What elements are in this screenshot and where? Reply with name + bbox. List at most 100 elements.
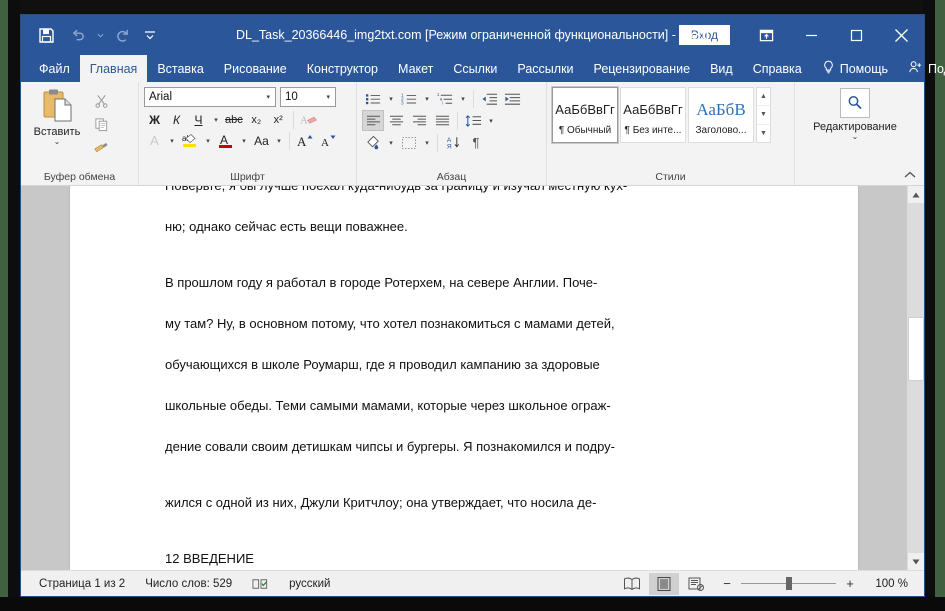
style-item-normal[interactable]: АаБбВвГг ¶ Обычный <box>551 86 619 144</box>
highlight-dropdown-icon[interactable]: ▾ <box>202 130 214 151</box>
magnifier-icon[interactable] <box>840 88 870 118</box>
bold-button[interactable]: Ж <box>144 109 165 130</box>
align-center-button[interactable] <box>385 110 407 131</box>
styles-more-icon[interactable]: ▼ <box>757 125 770 142</box>
zoom-slider-thumb[interactable] <box>786 577 792 590</box>
align-right-button[interactable] <box>408 110 430 131</box>
decrease-indent-button[interactable] <box>478 88 500 109</box>
font-color-dropdown-icon[interactable]: ▾ <box>238 130 250 151</box>
underline-dropdown-icon[interactable]: ▾ <box>210 109 222 130</box>
tab-draw[interactable]: Рисование <box>214 55 297 82</box>
grow-font-button[interactable]: A <box>294 130 316 151</box>
tab-view[interactable]: Вид <box>700 55 743 82</box>
shading-button[interactable] <box>362 132 384 153</box>
align-left-button[interactable] <box>362 110 384 131</box>
numbering-dropdown-icon[interactable]: ▾ <box>421 88 433 109</box>
style-item-heading1[interactable]: АаБбВ Заголово... <box>688 87 754 143</box>
shrink-font-button[interactable]: A <box>317 130 339 151</box>
borders-dropdown-icon[interactable]: ▾ <box>421 132 433 153</box>
copy-icon[interactable] <box>88 113 114 136</box>
document-page[interactable]: Поверьте, я бы лучше поехал куда-нибудь … <box>69 186 859 570</box>
word-count[interactable]: Число слов: 529 <box>135 578 242 590</box>
numbering-button[interactable]: 123 <box>398 88 420 109</box>
highlight-button[interactable]: ab <box>179 130 201 151</box>
read-mode-view-button[interactable] <box>617 573 647 595</box>
chevron-down-icon[interactable]: ⌄ <box>54 138 61 146</box>
cut-icon[interactable] <box>88 89 114 112</box>
print-layout-view-button[interactable] <box>649 572 679 595</box>
multilevel-list-button[interactable]: 1ai <box>434 88 456 109</box>
font-color-button[interactable]: A <box>215 130 237 151</box>
editing-button[interactable]: Редактирование ⌄ <box>800 85 910 141</box>
style-item-no-spacing[interactable]: АаБбВвГг ¶ Без инте... <box>620 87 686 143</box>
line-spacing-dropdown-icon[interactable]: ▾ <box>485 110 497 131</box>
text-effects-button[interactable]: A <box>144 130 165 151</box>
scroll-thumb[interactable] <box>908 317 924 381</box>
font-size-input[interactable]: 10 ▾ <box>280 87 336 107</box>
paste-button[interactable]: Вставить ⌄ <box>26 85 88 146</box>
italic-button[interactable]: К <box>166 109 187 130</box>
language-indicator[interactable]: русский <box>279 578 340 590</box>
zoom-control[interactable]: − + 100 % <box>713 576 916 591</box>
close-icon[interactable] <box>879 15 924 55</box>
tab-review[interactable]: Рецензирование <box>584 55 701 82</box>
web-layout-view-button[interactable] <box>681 573 711 595</box>
strikethrough-button[interactable]: abc <box>223 109 245 130</box>
scroll-down-icon[interactable] <box>908 553 924 570</box>
clear-formatting-button[interactable]: A <box>298 109 319 130</box>
font-name-input[interactable]: Arial ▾ <box>144 87 276 107</box>
save-icon[interactable] <box>31 20 61 50</box>
undo-dropdown-icon[interactable] <box>95 20 105 50</box>
scroll-up-icon[interactable] <box>908 186 924 203</box>
redo-icon[interactable] <box>107 20 137 50</box>
collapse-ribbon-icon[interactable] <box>902 167 918 183</box>
tab-mailings[interactable]: Рассылки <box>507 55 583 82</box>
tab-home[interactable]: Главная <box>79 55 148 82</box>
tab-design[interactable]: Конструктор <box>297 55 388 82</box>
tab-references[interactable]: Ссылки <box>443 55 507 82</box>
tab-file[interactable]: Файл <box>29 55 80 82</box>
zoom-level[interactable]: 100 % <box>864 578 908 590</box>
bullets-button[interactable] <box>362 88 384 109</box>
sign-in-button[interactable]: Вход <box>678 25 730 45</box>
tab-layout[interactable]: Макет <box>388 55 443 82</box>
justify-button[interactable] <box>431 110 453 131</box>
bullets-dropdown-icon[interactable]: ▾ <box>385 88 397 109</box>
chevron-down-icon[interactable]: ⌄ <box>852 133 859 141</box>
share-button[interactable]: Поделиться <box>898 55 945 82</box>
format-painter-icon[interactable] <box>88 137 114 160</box>
tab-insert[interactable]: Вставка <box>147 55 213 82</box>
underline-button[interactable]: Ч <box>188 109 209 130</box>
shading-dropdown-icon[interactable]: ▾ <box>385 132 397 153</box>
show-marks-button[interactable]: ¶ <box>465 132 487 153</box>
superscript-button[interactable]: x² <box>268 109 289 130</box>
scroll-track[interactable] <box>908 203 924 553</box>
zoom-out-button[interactable]: − <box>721 576 733 591</box>
tell-me-box[interactable]: Помощь <box>812 55 898 82</box>
document-scroll-region[interactable]: Поверьте, я бы лучше поехал куда-нибудь … <box>21 186 907 570</box>
multilevel-list-dropdown-icon[interactable]: ▾ <box>457 88 469 109</box>
text-effects-dropdown-icon[interactable]: ▾ <box>166 130 178 151</box>
subscript-button[interactable]: x₂ <box>246 109 267 130</box>
proofing-errors-icon[interactable] <box>242 577 279 591</box>
minimize-icon[interactable] <box>789 15 834 55</box>
styles-scroll-up-icon[interactable]: ▲ <box>757 88 770 107</box>
styles-scroll-down-icon[interactable]: ▼ <box>757 106 770 125</box>
sort-button[interactable]: АЯ <box>442 132 464 153</box>
zoom-slider[interactable] <box>741 577 836 590</box>
chevron-down-icon[interactable]: ▾ <box>323 93 333 101</box>
line-spacing-button[interactable] <box>462 110 484 131</box>
zoom-in-button[interactable]: + <box>844 576 856 591</box>
change-case-dropdown-icon[interactable]: ▾ <box>273 130 285 151</box>
borders-button[interactable] <box>398 132 420 153</box>
customize-qat-icon[interactable] <box>139 20 161 50</box>
ribbon-display-options-icon[interactable] <box>744 15 789 55</box>
page-indicator[interactable]: Страница 1 из 2 <box>29 578 135 590</box>
undo-icon[interactable] <box>63 20 93 50</box>
change-case-button[interactable]: Aa <box>251 130 272 151</box>
chevron-down-icon[interactable]: ▾ <box>263 93 273 101</box>
tab-help[interactable]: Справка <box>743 55 812 82</box>
maximize-icon[interactable] <box>834 15 879 55</box>
vertical-scrollbar[interactable] <box>907 186 924 570</box>
increase-indent-button[interactable] <box>501 88 523 109</box>
